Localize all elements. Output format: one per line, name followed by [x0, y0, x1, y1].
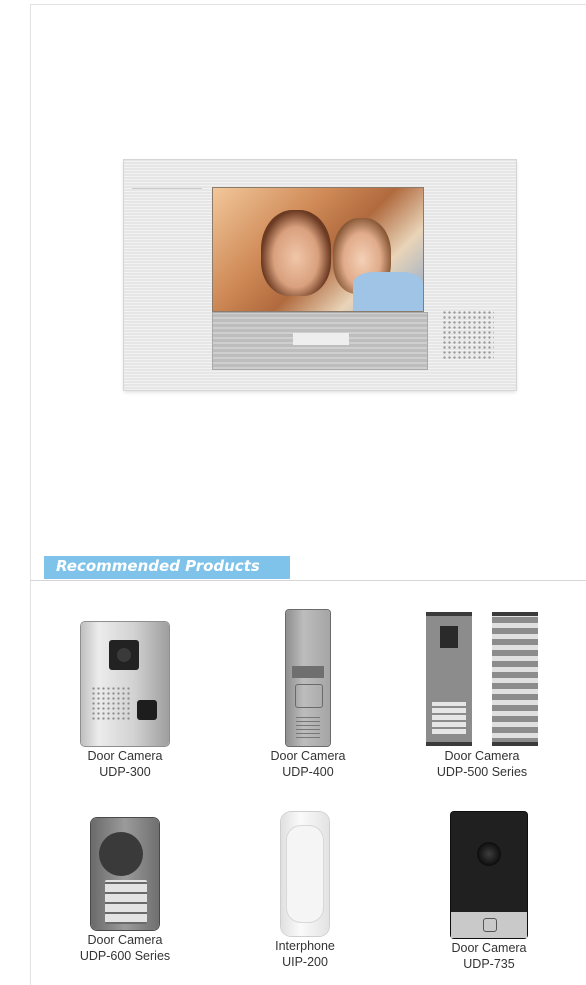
product-udp-735[interactable]: Door Camera UDP-735: [419, 812, 559, 972]
camera-lens-icon: [440, 626, 458, 648]
product-udp-600[interactable]: Door Camera UDP-600 Series: [55, 818, 195, 964]
product-uip-200[interactable]: Interphone UIP-200: [235, 812, 375, 970]
product-name[interactable]: Door Camera: [55, 932, 195, 948]
speaker-slots: [296, 714, 320, 738]
product-name[interactable]: Door Camera: [55, 748, 195, 764]
product-model[interactable]: UDP-400: [238, 764, 378, 780]
recommended-products-header: Recommended Products: [44, 556, 290, 579]
brand-band: [292, 666, 324, 678]
product-model[interactable]: UDP-300: [55, 764, 195, 780]
button-keys: [432, 702, 466, 736]
product-udp-300[interactable]: Door Camera UDP-300: [55, 622, 195, 780]
product-model[interactable]: UIP-200: [235, 954, 375, 970]
call-button-panel: [451, 912, 527, 938]
product-name[interactable]: Door Camera: [238, 748, 378, 764]
button-keys: [105, 880, 147, 924]
camera-panel: [426, 612, 472, 746]
child-shirt: [353, 272, 423, 311]
product-model[interactable]: UDP-500 Series: [412, 764, 552, 780]
speaker-grille: [91, 686, 131, 722]
section-divider: [30, 580, 586, 581]
product-name[interactable]: Door Camera: [412, 748, 552, 764]
video-monitor-image: [124, 160, 516, 390]
udp-500-image[interactable]: [422, 612, 542, 746]
udp-735-image[interactable]: [451, 812, 527, 938]
woman-face: [261, 210, 331, 296]
camera-lens-icon: [477, 842, 501, 866]
udp-300-image[interactable]: [81, 622, 169, 746]
monitor-indicator-line: [132, 188, 202, 189]
monitor-screen: [212, 187, 424, 312]
product-name[interactable]: Door Camera: [419, 940, 559, 956]
call-button: [137, 700, 157, 720]
udp-400-image[interactable]: [286, 610, 330, 746]
button-panel: [492, 612, 538, 746]
product-model[interactable]: UDP-600 Series: [55, 948, 195, 964]
monitor-grille: [442, 310, 494, 360]
camera-lens-icon: [109, 640, 139, 670]
product-udp-400[interactable]: Door Camera UDP-400: [238, 610, 378, 780]
product-name[interactable]: Interphone: [235, 938, 375, 954]
monitor-speaker-bar: [212, 312, 428, 370]
monitor-brand-label: [293, 333, 349, 345]
product-udp-500[interactable]: Door Camera UDP-500 Series: [412, 612, 552, 780]
camera-lens-icon: [99, 832, 143, 876]
call-button: [295, 684, 323, 708]
handset-shape: [287, 826, 323, 922]
uip-200-image[interactable]: [281, 812, 329, 936]
udp-600-image[interactable]: [91, 818, 159, 930]
section-title: Recommended Products: [56, 557, 260, 575]
product-model[interactable]: UDP-735: [419, 956, 559, 972]
frame-bottom-edge: [30, 978, 31, 985]
